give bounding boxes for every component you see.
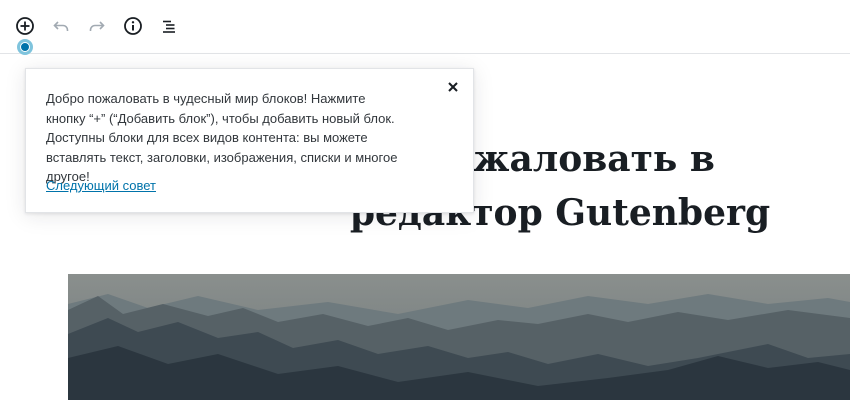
undo-icon <box>51 16 71 36</box>
editor-toolbar <box>0 0 850 54</box>
list-icon <box>159 16 179 36</box>
plus-circle-icon <box>15 16 35 36</box>
undo-button[interactable] <box>47 12 75 40</box>
next-tip-link[interactable]: Следующий совет <box>46 178 156 193</box>
add-block-button[interactable] <box>11 12 39 40</box>
close-icon <box>447 78 459 97</box>
tip-text: Добро пожаловать в чудесный мир блоков! … <box>46 91 398 184</box>
redo-icon <box>87 16 107 36</box>
tip-indicator-dot-inner <box>20 42 30 52</box>
close-tip-button[interactable] <box>443 77 463 97</box>
block-navigation-button[interactable] <box>155 12 183 40</box>
mountain-landscape-image <box>68 274 850 400</box>
tip-indicator-dot[interactable] <box>17 39 33 55</box>
tip-popover: Добро пожаловать в чудесный мир блоков! … <box>25 68 474 213</box>
info-button[interactable] <box>119 12 147 40</box>
info-icon <box>123 16 143 36</box>
cover-image[interactable] <box>68 274 850 400</box>
redo-button[interactable] <box>83 12 111 40</box>
